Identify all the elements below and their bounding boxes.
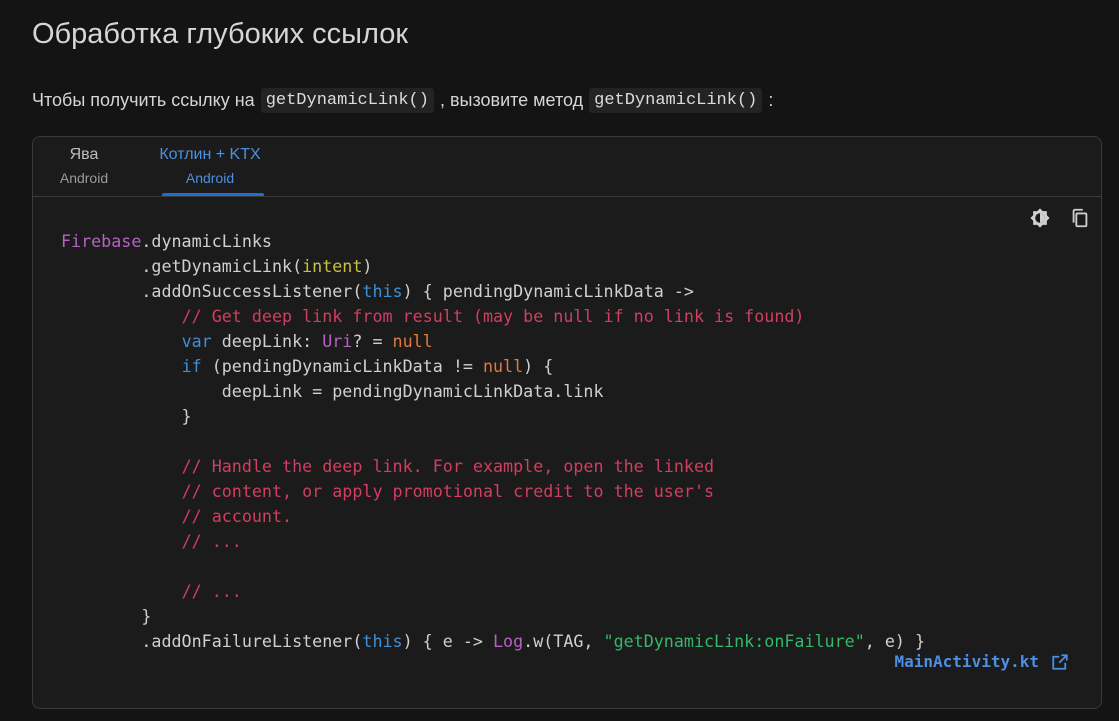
code-sample-panel: Ява Android Котлин + KTX Android Firebas… — [32, 136, 1102, 709]
code-token-kw: if — [181, 356, 202, 376]
theme-toggle-icon[interactable] — [1029, 207, 1051, 229]
code-token: ) { pendingDynamicLinkData -> — [402, 281, 694, 301]
code-token: .addOnSuccessListener( — [61, 281, 363, 301]
tab-java-sublabel: Android — [59, 170, 109, 186]
code-token-kw: this — [362, 631, 403, 651]
code-token-comment: // Handle the deep link. For example, op… — [181, 456, 715, 476]
code-token: ) — [362, 256, 373, 276]
code-token: deepLink: — [211, 331, 323, 351]
code-token-null: null — [392, 331, 433, 351]
code-token: .addOnFailureListener( — [61, 631, 363, 651]
code-token-comment: // account. — [181, 506, 293, 526]
code-block: Firebase.dynamicLinks .getDynamicLink(in… — [61, 229, 925, 654]
code-token: (pendingDynamicLinkData != — [201, 356, 483, 376]
intro-text-after: : — [768, 90, 774, 110]
code-line: .addOnFailureListener(this) { e -> Log.w… — [61, 631, 925, 651]
source-file-link[interactable]: MainActivity.kt — [895, 652, 1070, 671]
code-line: // Get deep link from result (may be nul… — [61, 306, 805, 326]
code-line: .getDynamicLink(intent) — [61, 256, 372, 276]
intro-paragraph: Чтобы получить ссылку на getDynamicLink(… — [32, 88, 773, 113]
code-token: ) { — [523, 356, 554, 376]
copy-icon[interactable] — [1069, 207, 1091, 229]
intro-text-middle: , вызовите метод — [439, 90, 584, 110]
tab-java-label: Ява — [69, 146, 99, 163]
tab-kotlin-sublabel: Android — [185, 170, 235, 186]
tab-java[interactable]: Ява Android — [55, 145, 113, 188]
code-token: } — [61, 606, 152, 626]
page: Обработка глубоких ссылок Чтобы получить… — [0, 0, 1119, 721]
code-line: // ... — [61, 531, 242, 551]
code-area: Firebase.dynamicLinks .getDynamicLink(in… — [33, 197, 1101, 708]
code-token: , e) } — [864, 631, 926, 651]
source-file-name: MainActivity.kt — [894, 652, 1040, 671]
code-token: .dynamicLinks — [141, 231, 272, 251]
active-tab-indicator — [162, 193, 264, 196]
code-token-str: "getDynamicLink:onFailure" — [603, 631, 865, 651]
code-line: // account. — [61, 506, 293, 526]
code-line: // ... — [61, 581, 242, 601]
code-token-param: intent — [302, 256, 363, 276]
code-line: if (pendingDynamicLinkData != null) { — [61, 356, 554, 376]
code-line: Firebase.dynamicLinks — [61, 231, 272, 251]
inline-code-method-2: getDynamicLink() — [589, 88, 763, 113]
code-token-null: null — [482, 356, 524, 376]
inline-code-method: getDynamicLink() — [260, 88, 434, 113]
code-line: // content, or apply promotional credit … — [61, 481, 714, 501]
code-token: } — [61, 406, 192, 426]
code-line: deepLink = pendingDynamicLinkData.link — [61, 381, 604, 401]
tab-kotlin-label: Котлин + KTX — [159, 146, 261, 163]
code-token-class: Uri — [322, 331, 353, 351]
intro-text-before: Чтобы получить ссылку на — [32, 90, 255, 110]
code-token-comment: // content, or apply promotional credit … — [181, 481, 715, 501]
code-line: .addOnSuccessListener(this) { pendingDyn… — [61, 281, 694, 301]
code-token-comment: // ... — [181, 531, 242, 551]
code-line: // Handle the deep link. For example, op… — [61, 456, 714, 476]
code-line: } — [61, 606, 151, 626]
code-token-kw: var — [181, 331, 212, 351]
code-line: } — [61, 406, 192, 426]
page-title: Обработка глубоких ссылок — [32, 18, 409, 50]
code-token-class: Firebase — [61, 231, 142, 251]
code-token-class: Log — [493, 631, 524, 651]
tab-kotlin-ktx[interactable]: Котлин + KTX Android — [157, 145, 263, 188]
language-tabs: Ява Android Котлин + KTX Android — [33, 137, 1101, 197]
code-token: .getDynamicLink( — [61, 256, 303, 276]
external-link-icon — [1052, 653, 1068, 670]
code-token: ? = — [352, 331, 393, 351]
code-token-comment: // Get deep link from result (may be nul… — [181, 306, 805, 326]
code-token-kw: this — [362, 281, 403, 301]
code-token: deepLink = pendingDynamicLinkData.link — [61, 381, 604, 401]
code-line: var deepLink: Uri? = null — [61, 331, 433, 351]
code-token: .w(TAG, — [523, 631, 604, 651]
code-token-comment: // ... — [181, 581, 242, 601]
code-token: ) { e -> — [402, 631, 494, 651]
